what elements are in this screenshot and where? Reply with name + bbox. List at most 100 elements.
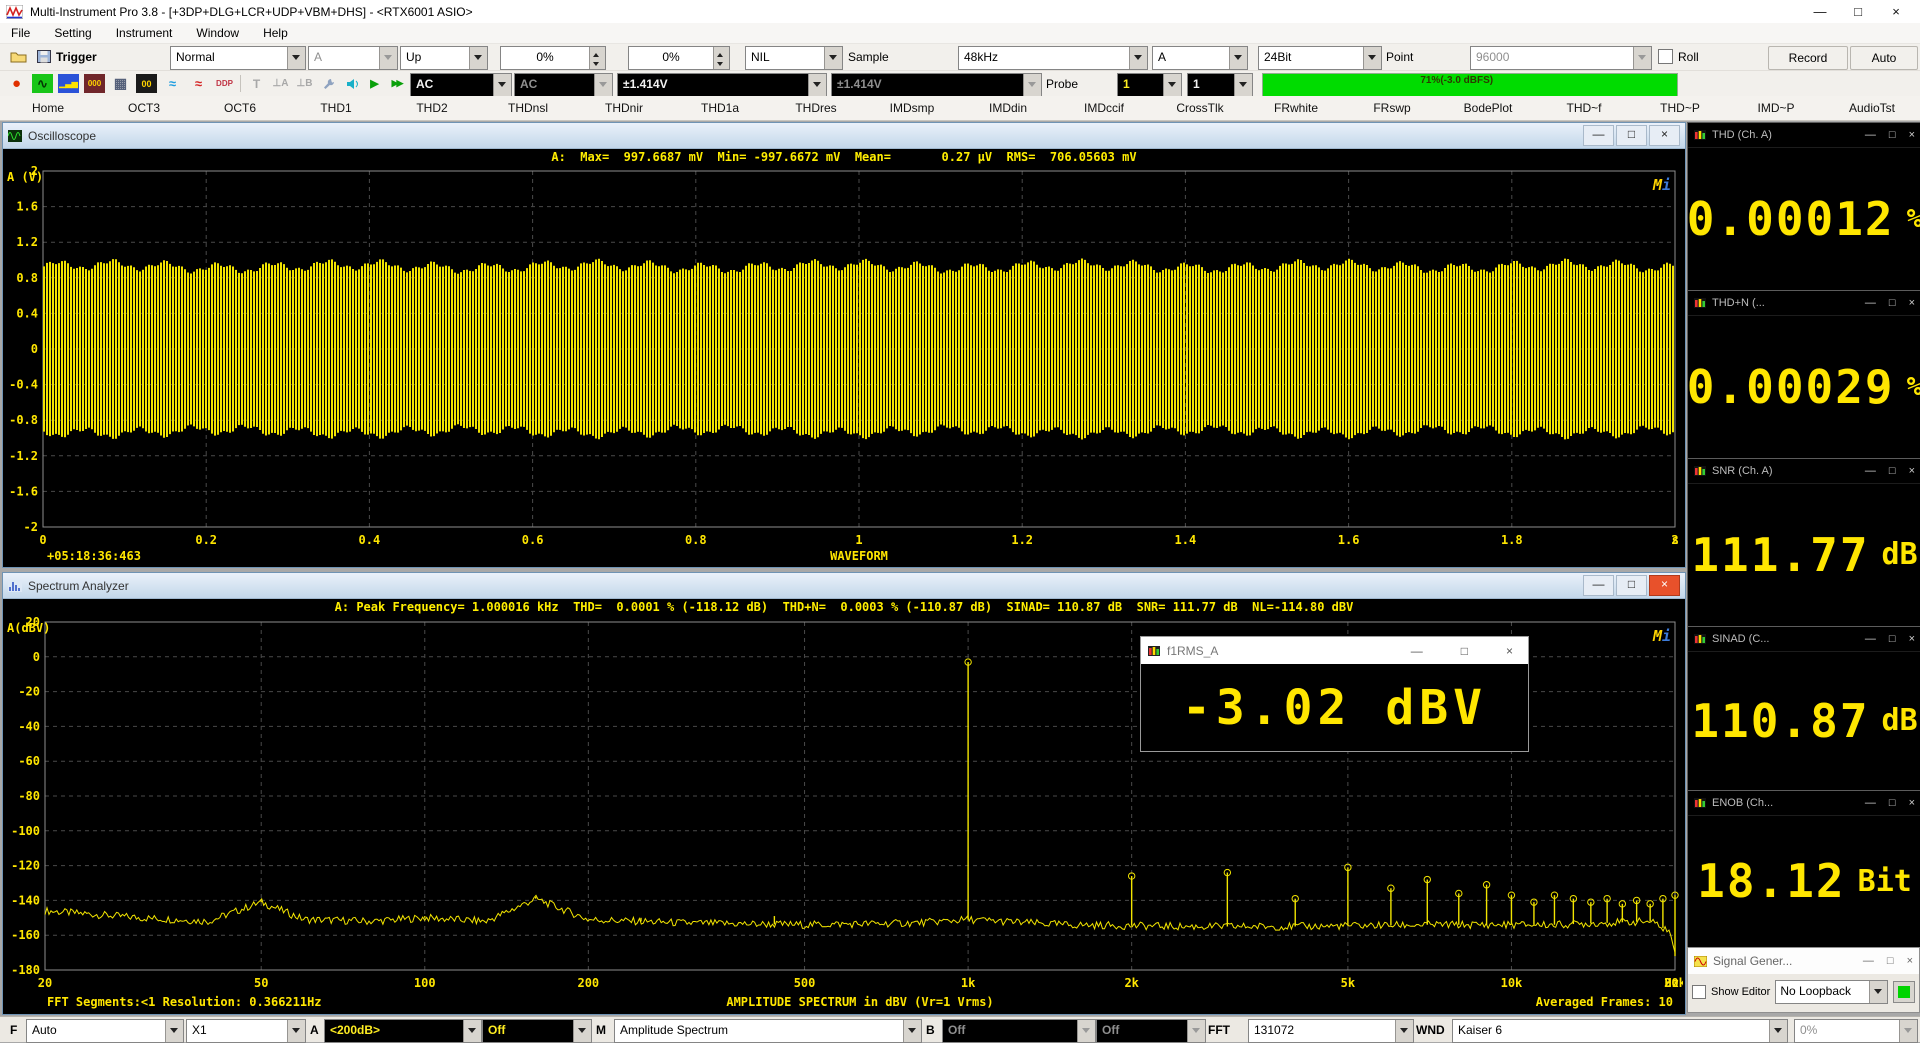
fast-forward-icon[interactable]: ▶▶	[386, 74, 407, 93]
chevron-down-icon[interactable]	[903, 1020, 921, 1042]
menu-instrument[interactable]: Instrument	[116, 26, 173, 40]
chevron-down-icon[interactable]	[1163, 74, 1181, 96]
close-button[interactable]: ×	[1649, 125, 1680, 146]
spectrum-analyzer-icon[interactable]: ▁▃▅	[58, 74, 79, 93]
fft-size-dropdown[interactable]: 131072	[1248, 1019, 1414, 1043]
maximize-button[interactable]: □	[1889, 797, 1896, 809]
tab-thd1a[interactable]: THD1a	[672, 96, 768, 120]
chevron-down-icon[interactable]	[493, 74, 511, 96]
minimize-button[interactable]: —	[1865, 633, 1876, 645]
cursor-reader-icon[interactable]: T	[246, 74, 267, 93]
window-function-dropdown[interactable]: Kaiser 6	[1452, 1019, 1788, 1043]
close-button[interactable]: ×	[1909, 633, 1915, 645]
display-range-b-dropdown[interactable]: Off	[942, 1019, 1096, 1043]
maximize-button[interactable]: □	[1887, 955, 1894, 967]
chevron-down-icon[interactable]	[1234, 74, 1252, 96]
chevron-down-icon[interactable]	[1395, 1020, 1413, 1042]
close-button[interactable]: ×	[1909, 465, 1915, 477]
persistence-a-dropdown[interactable]: Off	[482, 1019, 592, 1043]
marker-b-icon[interactable]: ⊥B	[294, 74, 315, 93]
tab-thdres[interactable]: THDres	[768, 96, 864, 120]
record-icon[interactable]: ●	[6, 74, 27, 93]
thd-meter-title-bar[interactable]: THD (Ch. A) —□×	[1688, 123, 1920, 148]
chevron-down-icon[interactable]	[463, 1020, 481, 1042]
minimize-button[interactable]: —	[1411, 644, 1423, 658]
chevron-down-icon[interactable]	[1363, 47, 1381, 69]
probe-a-dropdown[interactable]: 1	[1117, 73, 1182, 97]
tab-crosstlk[interactable]: CrossTlk	[1152, 96, 1248, 120]
close-button[interactable]: ×	[1649, 575, 1680, 596]
sampling-rate-dropdown[interactable]: 48kHz	[958, 46, 1148, 70]
tab-oct3[interactable]: OCT3	[96, 96, 192, 120]
chevron-down-icon[interactable]	[165, 1020, 183, 1042]
menu-setting[interactable]: Setting	[54, 26, 91, 40]
chevron-down-icon[interactable]	[469, 47, 487, 69]
tab-imdccif[interactable]: IMDccif	[1056, 96, 1152, 120]
tab-thdnsl[interactable]: THDnsl	[480, 96, 576, 120]
f1rms-title-bar[interactable]: f1RMS_A — □ ×	[1141, 637, 1528, 664]
multimeter-icon[interactable]: 000	[84, 74, 105, 93]
maximize-button[interactable]: □	[1889, 129, 1896, 141]
maximize-button[interactable]: □	[1461, 644, 1468, 658]
chevron-down-icon[interactable]	[287, 47, 305, 69]
chevron-down-icon[interactable]	[379, 47, 397, 69]
minimize-button[interactable]: —	[1865, 129, 1876, 141]
menu-window[interactable]: Window	[196, 26, 239, 40]
coupling-a-dropdown[interactable]: AC	[410, 73, 512, 97]
data-logger-icon[interactable]: ≈	[162, 74, 183, 93]
generator-run-button[interactable]	[1893, 981, 1915, 1003]
tab-frwhite[interactable]: FRwhite	[1248, 96, 1344, 120]
spectrum-analyzer-title-bar[interactable]: Spectrum Analyzer — □ ×	[3, 573, 1685, 599]
maximize-button[interactable]: □	[1889, 633, 1896, 645]
tab-thd-p[interactable]: THD~P	[1632, 96, 1728, 120]
record-length-dropdown[interactable]: 96000	[1470, 46, 1652, 70]
waveform-viewer-icon[interactable]: ≈	[188, 74, 209, 93]
bit-depth-dropdown[interactable]: 24Bit	[1258, 46, 1382, 70]
chevron-down-icon[interactable]	[1633, 47, 1651, 69]
close-button[interactable]: ×	[1909, 129, 1915, 141]
minimize-button[interactable]: —	[1865, 797, 1876, 809]
tab-audiotst[interactable]: AudioTst	[1824, 96, 1920, 120]
app-minimize-button[interactable]: —	[1810, 4, 1830, 19]
app-close-button[interactable]: ×	[1886, 4, 1906, 19]
tab-imd-p[interactable]: IMD~P	[1728, 96, 1824, 120]
persistence-b-dropdown[interactable]: Off	[1096, 1019, 1206, 1043]
tab-imddin[interactable]: IMDdin	[960, 96, 1056, 120]
tab-thd2[interactable]: THD2	[384, 96, 480, 120]
coupling-b-dropdown[interactable]: AC	[514, 73, 613, 97]
speaker-icon[interactable]	[342, 74, 363, 93]
analysis-mode-dropdown[interactable]: Amplitude Spectrum	[614, 1019, 922, 1043]
close-button[interactable]: ×	[1907, 955, 1913, 967]
chevron-down-icon[interactable]	[824, 47, 842, 69]
enob-meter-title-bar[interactable]: ENOB (Ch... —□×	[1688, 791, 1920, 816]
range-a-dropdown[interactable]: ±1.414V	[617, 73, 827, 97]
trigger-edge-dropdown[interactable]: Up	[400, 46, 488, 70]
show-editor-checkbox[interactable]	[1692, 985, 1706, 999]
hpf-dropdown[interactable]: NIL	[745, 46, 843, 70]
zoom-dropdown[interactable]: X1	[186, 1019, 306, 1043]
maximize-button[interactable]: □	[1889, 465, 1896, 477]
chevron-down-icon[interactable]	[1077, 1020, 1095, 1042]
maximize-button[interactable]: □	[1616, 125, 1647, 146]
tab-home[interactable]: Home	[0, 96, 96, 120]
app-restore-button[interactable]: □	[1848, 4, 1868, 19]
tab-thd-f[interactable]: THD~f	[1536, 96, 1632, 120]
tab-bodeplot[interactable]: BodePlot	[1440, 96, 1536, 120]
auto-button[interactable]: Auto	[1850, 46, 1918, 70]
freq-axis-dropdown[interactable]: Auto	[26, 1019, 184, 1043]
roll-checkbox[interactable]: Roll	[1658, 49, 1699, 64]
chevron-down-icon[interactable]	[573, 1020, 591, 1042]
chevron-down-icon[interactable]	[1769, 1020, 1787, 1042]
oscilloscope-title-bar[interactable]: Oscilloscope — □ ×	[3, 123, 1685, 149]
thdn-meter-title-bar[interactable]: THD+N (... —□×	[1688, 291, 1920, 316]
chevron-down-icon[interactable]	[1869, 981, 1887, 1003]
chevron-down-icon[interactable]	[1229, 47, 1247, 69]
minimize-button[interactable]: —	[1583, 125, 1614, 146]
play-icon[interactable]: ▶	[364, 74, 385, 93]
maximize-button[interactable]: □	[1616, 575, 1647, 596]
close-button[interactable]: ×	[1909, 797, 1915, 809]
counter-icon[interactable]: 00	[136, 74, 157, 93]
save-config-icon[interactable]	[33, 47, 54, 66]
chevron-down-icon[interactable]	[1187, 1020, 1205, 1042]
minimize-button[interactable]: —	[1865, 465, 1876, 477]
